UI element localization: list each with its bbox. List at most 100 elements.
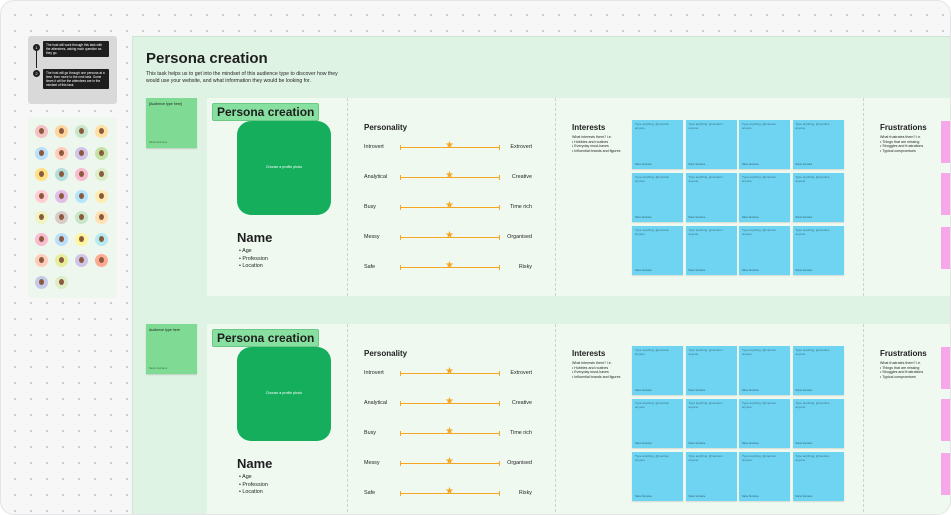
star-icon[interactable]: ★	[445, 231, 454, 241]
personality-slider[interactable]: Safe ★ Risky	[364, 487, 532, 500]
avatar-sticker[interactable]	[55, 168, 68, 181]
avatar-sticker[interactable]	[95, 168, 108, 181]
frustration-sticky-note[interactable]	[941, 453, 950, 495]
star-icon[interactable]: ★	[445, 141, 454, 151]
avatar-sticker[interactable]	[55, 275, 68, 289]
avatar-sticker[interactable]	[55, 146, 68, 160]
interest-sticky-note[interactable]: Type anything, @mention anyone Name Surn…	[739, 226, 790, 275]
star-icon[interactable]: ★	[445, 261, 454, 271]
star-icon[interactable]: ★	[445, 397, 454, 407]
detail-age[interactable]: Age	[239, 474, 268, 482]
interest-sticky-note[interactable]: Type anything, @mention anyone Name Surn…	[792, 120, 844, 169]
personality-slider[interactable]: Messy ★ Organised	[364, 457, 532, 470]
personality-slider[interactable]: Messy ★ Organised	[364, 231, 532, 244]
personality-slider[interactable]: Introvert ★ Extrovert	[364, 141, 532, 154]
star-icon[interactable]: ★	[445, 201, 454, 211]
interest-sticky-note[interactable]: Type anything, @mention anyone Name Surn…	[685, 346, 737, 395]
persona-name[interactable]: Name	[237, 230, 272, 245]
audience-sticky-note[interactable]: Audience type here Name Surname	[146, 324, 197, 374]
interest-sticky-note[interactable]: Type anything, @mention anyone Name Surn…	[792, 452, 844, 501]
profile-photo-placeholder[interactable]: Choose a profile photo	[237, 347, 331, 441]
avatar-sticker[interactable]	[55, 211, 68, 224]
instructions-card[interactable]: 1 The host will work through this task w…	[28, 36, 117, 104]
avatar-sticker[interactable]	[75, 125, 88, 138]
personality-slider[interactable]: Analytical ★ Creative	[364, 171, 532, 184]
detail-profession[interactable]: Profession	[239, 482, 267, 490]
avatar-sticker[interactable]	[75, 211, 88, 224]
personality-slider[interactable]: Busy ★ Time rich	[364, 201, 532, 214]
personality-heading: Personality	[364, 123, 408, 132]
personality-slider[interactable]: Busy ★ Time rich	[364, 427, 532, 440]
avatar-sticker[interactable]	[55, 254, 68, 267]
star-icon[interactable]: ★	[445, 427, 454, 437]
interest-sticky-note[interactable]: Type anything, @mention anyone Name Surn…	[739, 346, 790, 395]
avatar-sticker[interactable]	[95, 232, 108, 246]
interest-sticky-note[interactable]: Type anything, @mention anyone Name Surn…	[792, 173, 844, 222]
avatar-sticker[interactable]	[95, 189, 108, 203]
avatar-sticker[interactable]	[35, 275, 48, 289]
interest-sticky-note[interactable]: Type anything, @mention anyone Name Surn…	[792, 226, 844, 275]
interest-sticky-note[interactable]: Type anything, @mention anyone Name Surn…	[739, 173, 790, 222]
avatar-sticker[interactable]	[55, 189, 68, 203]
interest-sticky-note[interactable]: Type anything, @mention anyone Name Surn…	[685, 173, 737, 222]
avatar-sticker[interactable]	[75, 146, 88, 160]
section-divider	[347, 98, 348, 296]
slider-right-label: Creative	[511, 400, 532, 406]
interest-sticky-note[interactable]: Type anything, @mention anyone Name Surn…	[632, 120, 683, 169]
interest-sticky-note[interactable]: Type anything, @mention anyone Name Surn…	[792, 346, 844, 395]
avatar-sticker[interactable]	[75, 232, 88, 246]
interest-sticky-note[interactable]: Type anything, @mention anyone Name Surn…	[739, 399, 790, 448]
interest-sticky-note[interactable]: Type anything, @mention anyone Name Surn…	[739, 120, 790, 169]
avatar-sticker[interactable]	[95, 146, 108, 160]
avatar-sticker[interactable]	[75, 189, 88, 203]
avatar-sticker[interactable]	[55, 125, 68, 138]
interest-sticky-note[interactable]: Type anything, @mention anyone Name Surn…	[739, 452, 790, 501]
interest-sticky-note[interactable]: Type anything, @mention anyone Name Surn…	[685, 120, 737, 169]
avatar-sticker[interactable]	[55, 232, 68, 246]
star-icon[interactable]: ★	[445, 487, 454, 497]
whiteboard-canvas[interactable]: 1 The host will work through this task w…	[0, 0, 951, 515]
interest-sticky-note[interactable]: Type anything, @mention anyone Name Surn…	[685, 452, 737, 501]
personality-slider[interactable]: Analytical ★ Creative	[364, 397, 532, 410]
frustration-sticky-note[interactable]	[941, 227, 950, 269]
detail-location[interactable]: Location	[239, 489, 268, 497]
personality-slider[interactable]: Safe ★ Risky	[364, 261, 532, 274]
interest-sticky-note[interactable]: Type anything, @mention anyone Name Surn…	[632, 173, 683, 222]
frustration-sticky-note[interactable]	[941, 121, 950, 163]
avatar-sticker[interactable]	[35, 211, 48, 224]
persona-tag: Persona creation	[212, 329, 320, 347]
star-icon[interactable]: ★	[445, 171, 454, 181]
avatar-sticker[interactable]	[35, 254, 48, 267]
profile-photo-placeholder[interactable]: Choose a profile photo	[237, 121, 331, 215]
interest-sticky-note[interactable]: Type anything, @mention anyone Name Surn…	[632, 399, 683, 448]
slider-right-label: Extrovert	[510, 144, 532, 150]
star-icon[interactable]: ★	[445, 457, 454, 467]
detail-location[interactable]: Location	[239, 263, 268, 271]
audience-sticky-note[interactable]: [Audience type here] Name Surname	[146, 98, 197, 148]
detail-age[interactable]: Age	[239, 248, 268, 256]
interest-sticky-note[interactable]: Type anything, @mention anyone Name Surn…	[685, 226, 737, 275]
personality-slider[interactable]: Introvert ★ Extrovert	[364, 367, 532, 380]
avatar-sticker[interactable]	[75, 254, 88, 267]
avatar-sticker[interactable]	[35, 125, 48, 138]
avatar-sticker[interactable]	[35, 146, 48, 160]
avatar-sticker[interactable]	[35, 232, 48, 246]
interest-sticky-note[interactable]: Type anything, @mention anyone Name Surn…	[685, 399, 737, 448]
avatar-sticker[interactable]	[95, 211, 108, 224]
avatar-sticker[interactable]	[35, 168, 48, 181]
interest-sticky-note[interactable]: Type anything, @mention anyone Name Surn…	[632, 346, 683, 395]
frustration-sticky-note[interactable]	[941, 399, 950, 441]
frustration-sticky-note[interactable]	[941, 173, 950, 215]
interest-sticky-note[interactable]: Type anything, @mention anyone Name Surn…	[632, 452, 683, 501]
interest-sticky-note[interactable]: Type anything, @mention anyone Name Surn…	[632, 226, 683, 275]
avatar-sticker[interactable]	[75, 168, 88, 181]
persona-name[interactable]: Name	[237, 456, 272, 471]
avatar-sticker[interactable]	[95, 125, 108, 138]
avatar-sticker[interactable]	[95, 254, 108, 267]
frustration-sticky-note[interactable]	[941, 347, 950, 389]
detail-profession[interactable]: Profession	[239, 256, 267, 264]
star-icon[interactable]: ★	[445, 367, 454, 377]
frustrations-hint: What frustrates them? i.e. • Things that…	[880, 361, 923, 379]
interest-sticky-note[interactable]: Type anything, @mention anyone Name Surn…	[792, 399, 844, 448]
avatar-sticker[interactable]	[35, 189, 48, 203]
